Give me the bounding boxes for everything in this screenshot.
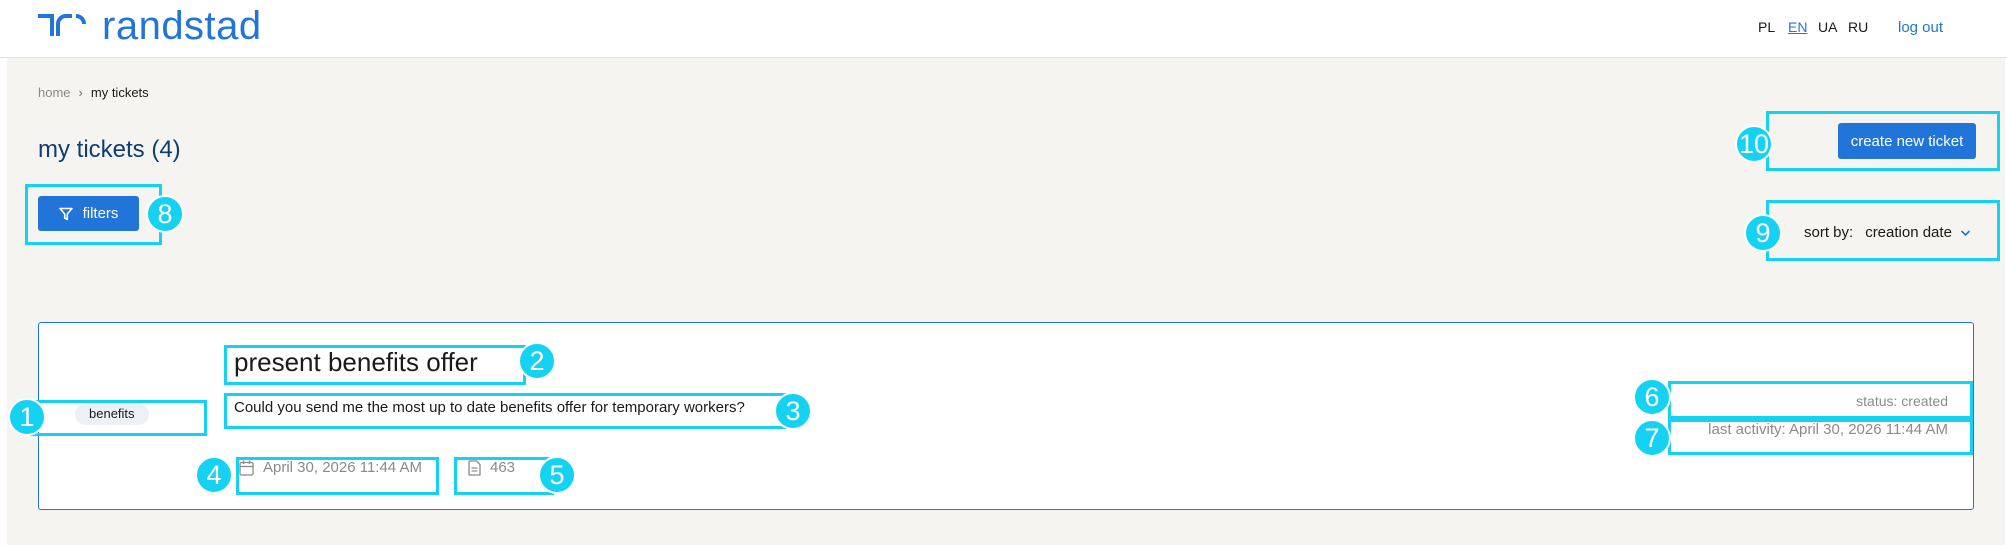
- logo-text: randstad: [102, 4, 262, 48]
- filters-button[interactable]: filters: [38, 196, 139, 231]
- main-content: home › my tickets my tickets (4) filters c…: [7, 58, 2005, 545]
- sort-dropdown[interactable]: creation date: [1865, 224, 1971, 241]
- annotation-badge-9: 9: [1744, 214, 1782, 252]
- page-title: my tickets (4): [38, 136, 181, 163]
- ticket-title[interactable]: present benefits offer: [234, 347, 478, 378]
- filters-button-label: filters: [82, 205, 119, 222]
- sort-value: creation date: [1865, 224, 1952, 241]
- randstad-logo[interactable]: randstad: [36, 6, 262, 46]
- ticket-created-date: April 30, 2026 11:44 AM: [239, 459, 422, 476]
- logout-link[interactable]: log out: [1898, 19, 1943, 36]
- annotation-badge-10: 10: [1735, 125, 1773, 163]
- lang-pl[interactable]: PL: [1758, 19, 1788, 35]
- annotation-badge-8: 8: [146, 195, 184, 233]
- ticket-id: 463: [468, 459, 515, 476]
- top-header: randstad PL EN UA RU log out: [0, 0, 2007, 58]
- calendar-icon: [239, 460, 254, 476]
- document-icon: [468, 459, 481, 476]
- category-tag: benefits: [75, 403, 149, 425]
- breadcrumb-separator: ›: [78, 85, 83, 100]
- ticket-last-activity: last activity: April 30, 2026 11:44 AM: [1708, 421, 1948, 438]
- breadcrumb-current: my tickets: [90, 85, 149, 100]
- breadcrumb-home-link[interactable]: home: [38, 85, 71, 100]
- language-switcher: PL EN UA RU: [1758, 19, 1878, 35]
- annotation-badge-5: 5: [538, 456, 576, 494]
- lang-ru[interactable]: RU: [1848, 19, 1878, 35]
- annotation-badge-2: 2: [518, 342, 556, 380]
- annotation-badge-1: 1: [8, 398, 46, 436]
- chevron-down-icon: [1960, 229, 1970, 236]
- ticket-status: status: created: [1856, 393, 1948, 409]
- sort-label: sort by:: [1804, 224, 1854, 241]
- randstad-logo-icon: [38, 14, 86, 36]
- annotation-badge-4: 4: [195, 456, 233, 494]
- filter-icon: [58, 207, 73, 220]
- ticket-description: Could you send me the most up to date be…: [234, 399, 745, 416]
- create-new-ticket-button[interactable]: create new ticket: [1838, 123, 1976, 159]
- ticket-card[interactable]: benefits present benefits offer Could yo…: [38, 322, 1974, 510]
- created-date-text: April 30, 2026 11:44 AM: [263, 459, 422, 476]
- sort-control: sort by: creation date: [1804, 224, 1971, 241]
- lang-ua[interactable]: UA: [1818, 19, 1848, 35]
- lang-en[interactable]: EN: [1788, 19, 1818, 35]
- annotation-badge-3: 3: [774, 392, 812, 430]
- annotation-badge-7: 7: [1633, 419, 1671, 457]
- ticket-id-text: 463: [490, 459, 516, 476]
- breadcrumb: home › my tickets: [38, 85, 149, 100]
- annotation-badge-6: 6: [1633, 378, 1671, 416]
